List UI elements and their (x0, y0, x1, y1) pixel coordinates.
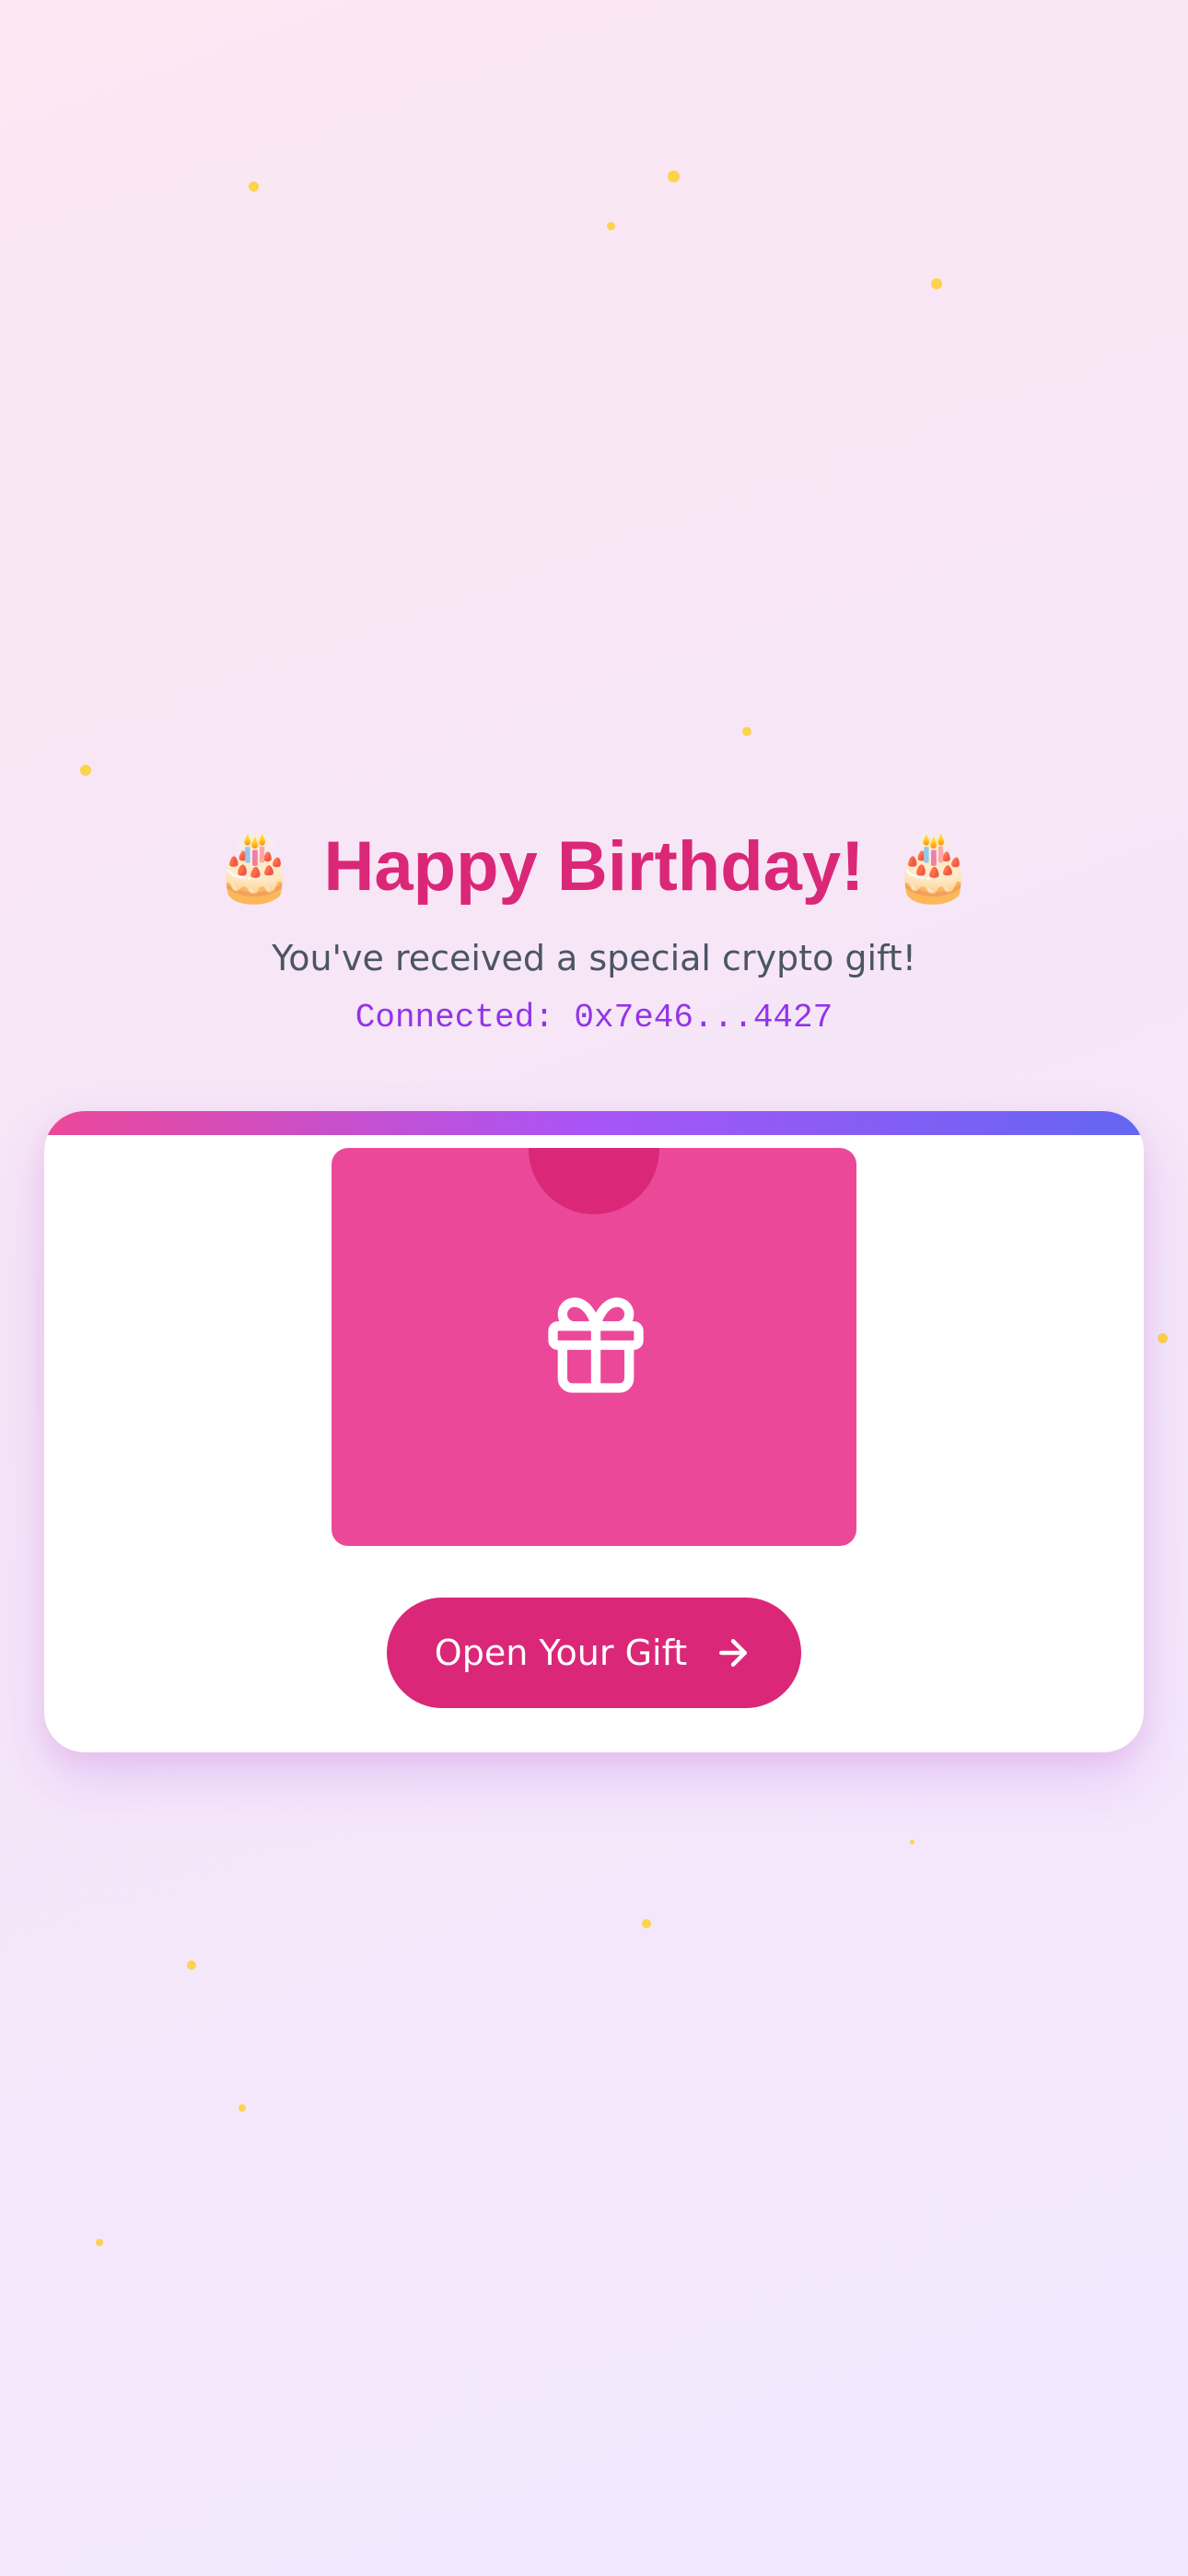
confetti-dot (239, 2104, 246, 2112)
confetti-dot (80, 765, 91, 776)
gift-subtitle: You've received a special crypto gift! (272, 938, 916, 978)
gift-box-notch (529, 1148, 659, 1214)
confetti-dot (668, 170, 680, 182)
confetti-dot (607, 222, 615, 230)
confetti-dot (742, 727, 751, 736)
open-gift-label: Open Your Gift (434, 1633, 688, 1673)
page-title: Happy Birthday! (323, 826, 865, 906)
confetti-dot (249, 181, 259, 192)
confetti-dot (931, 278, 942, 289)
gift-card: Open Your Gift (44, 1111, 1144, 1752)
gift-icon (548, 1297, 644, 1393)
title-row: 🎂 Happy Birthday! 🎂 (0, 811, 1188, 921)
confetti-dot (642, 1919, 651, 1928)
arrow-right-icon (719, 1638, 748, 1668)
birthday-gift-page: 🎂 Happy Birthday! 🎂 You've received a sp… (0, 0, 1188, 2576)
confetti-dot (187, 1961, 196, 1970)
birthday-cake-icon: 🎂 (213, 827, 297, 905)
open-gift-button[interactable]: Open Your Gift (387, 1598, 801, 1708)
card-gradient-bar (44, 1111, 1144, 1135)
birthday-cake-icon: 🎂 (891, 827, 975, 905)
greeting-header: 🎂 Happy Birthday! 🎂 You've received a sp… (0, 811, 1188, 1037)
wallet-status: Connected: 0x7e46...4427 (355, 999, 833, 1036)
gift-box (332, 1148, 856, 1546)
confetti-dot (1158, 1333, 1168, 1343)
confetti-dot (96, 2239, 103, 2246)
confetti-dot (910, 1840, 914, 1844)
